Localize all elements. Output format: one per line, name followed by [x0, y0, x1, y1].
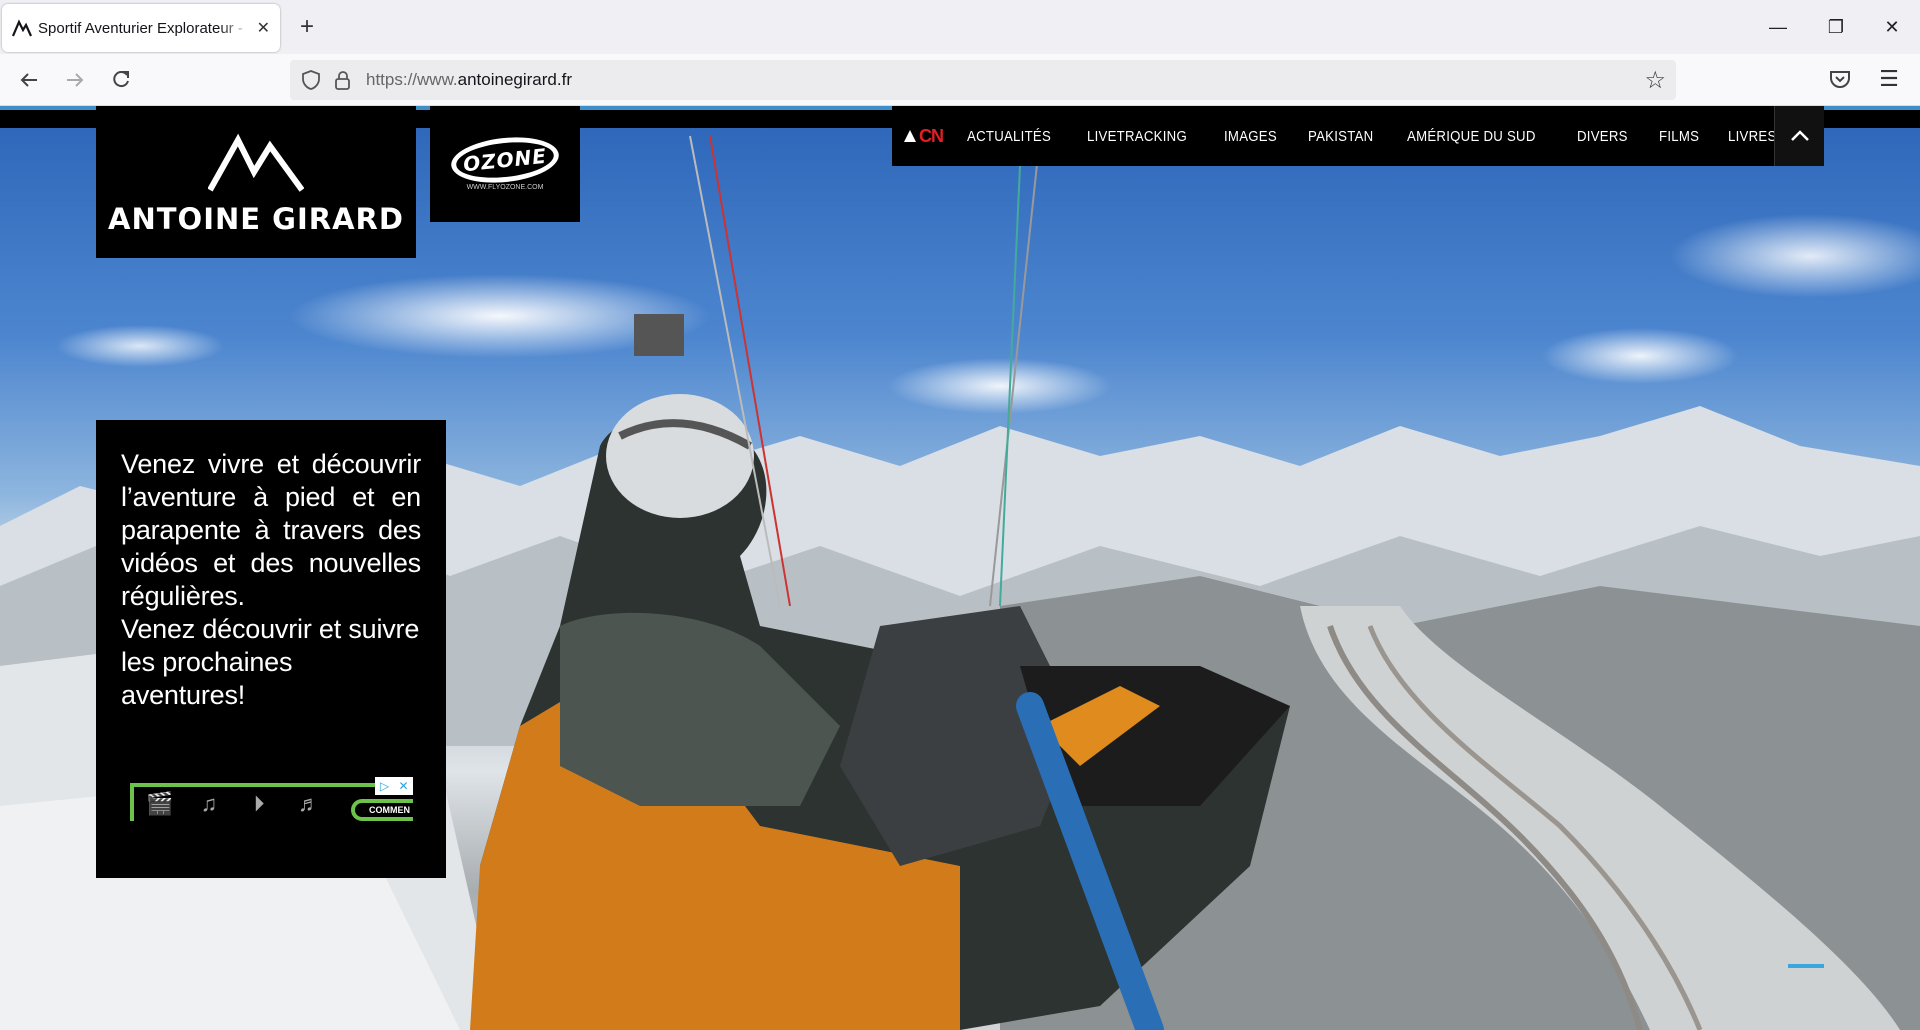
scroll-top-button[interactable]: [1774, 106, 1824, 166]
nav-item-images[interactable]: IMAGES: [1224, 128, 1277, 145]
forward-arrow-icon: [67, 73, 84, 87]
ozone-brand: OZONE: [462, 143, 548, 176]
intro-text-2: Venez découvrir et suivre les prochaines…: [121, 614, 420, 710]
cn-triangle-icon: [904, 130, 916, 142]
music-file-icon: ♬: [298, 791, 320, 816]
back-arrow-icon: [20, 73, 37, 87]
pocket-icon[interactable]: [1827, 66, 1853, 92]
minimize-button[interactable]: —: [1758, 12, 1798, 42]
cn-logo-link[interactable]: CN: [904, 125, 944, 147]
ad-comment-button[interactable]: COMMEN: [351, 799, 413, 821]
music-note-icon: ♫: [200, 791, 218, 816]
address-bar[interactable]: https://www.antoinegirard.fr ☆: [290, 60, 1676, 100]
browser-tab[interactable]: Sportif Aventurier Explorateur - ✕: [2, 4, 280, 52]
new-tab-button[interactable]: +: [292, 12, 322, 42]
logo-name: ANTOINE GIRARD: [108, 202, 404, 236]
site-navigation: CN ACTUALITÉS LIVETRACKING IMAGES PAKIST…: [892, 106, 1824, 166]
ad-icons: 🎬 ♫ ⏵ ♬: [146, 791, 322, 817]
reload-icon: [113, 71, 129, 88]
lock-icon[interactable]: [332, 69, 354, 91]
play-circle-icon: ⏵: [253, 791, 265, 816]
nav-item-actualites[interactable]: ACTUALITÉS: [967, 128, 1051, 145]
intro-box: Venez vivre et découvrir l’aventure à pi…: [96, 420, 446, 878]
forward-button[interactable]: [58, 64, 92, 96]
ozone-site: WWW.FLYOZONE.COM: [466, 183, 544, 191]
mountain-logo-icon: [208, 133, 304, 192]
ozone-ring-icon: OZONE: [448, 131, 562, 188]
restore-button[interactable]: ❐: [1816, 12, 1856, 42]
url-text[interactable]: https://www.antoinegirard.fr: [366, 70, 572, 90]
hamburger-menu-icon[interactable]: ☰: [1876, 66, 1902, 92]
browser-tab-bar: Sportif Aventurier Explorateur - ✕ + — ❐…: [0, 0, 1920, 54]
ad-info-icon[interactable]: ▷: [375, 777, 394, 795]
nav-item-livres[interactable]: LIVRES: [1728, 128, 1777, 145]
slider-indicator[interactable]: [1788, 964, 1824, 968]
tracking-shield-icon[interactable]: [300, 69, 322, 91]
nav-item-livetracking[interactable]: LIVETRACKING: [1087, 128, 1187, 145]
nav-item-pakistan[interactable]: PAKISTAN: [1308, 128, 1373, 145]
cn-logo-text: CN: [919, 125, 944, 146]
ad-choices[interactable]: ▷ ✕: [375, 777, 413, 795]
tab-title: Sportif Aventurier Explorateur -: [38, 19, 243, 37]
back-button[interactable]: [12, 64, 46, 96]
browser-nav-bar: https://www.antoinegirard.fr ☆ ☰: [0, 54, 1920, 106]
ad-banner[interactable]: 🎬 ♫ ⏵ ♬ ▷ ✕ COMMEN: [130, 777, 413, 823]
nav-item-amerique-du-sud[interactable]: AMÉRIQUE DU SUD: [1407, 128, 1536, 145]
page-content: ANTOINE GIRARD OZONE WWW.FLYOZONE.COM CN…: [0, 106, 1920, 1030]
ad-close-icon[interactable]: ✕: [394, 777, 413, 795]
ozone-sponsor-logo[interactable]: OZONE WWW.FLYOZONE.COM: [430, 106, 580, 222]
site-favicon-icon: [12, 19, 32, 37]
nav-item-divers[interactable]: DIVERS: [1577, 128, 1628, 145]
nav-item-films[interactable]: FILMS: [1659, 128, 1699, 145]
bookmark-star-icon[interactable]: ☆: [1644, 66, 1666, 95]
reload-button[interactable]: [104, 64, 138, 96]
antoine-girard-logo[interactable]: ANTOINE GIRARD: [96, 106, 416, 258]
intro-text-1: Venez vivre et découvrir l’aventure à pi…: [121, 449, 421, 611]
tab-close-icon[interactable]: ✕: [257, 18, 270, 38]
clapperboard-icon: 🎬: [146, 791, 174, 816]
chevron-up-icon: [1790, 130, 1809, 141]
close-window-button[interactable]: ✕: [1872, 12, 1912, 42]
